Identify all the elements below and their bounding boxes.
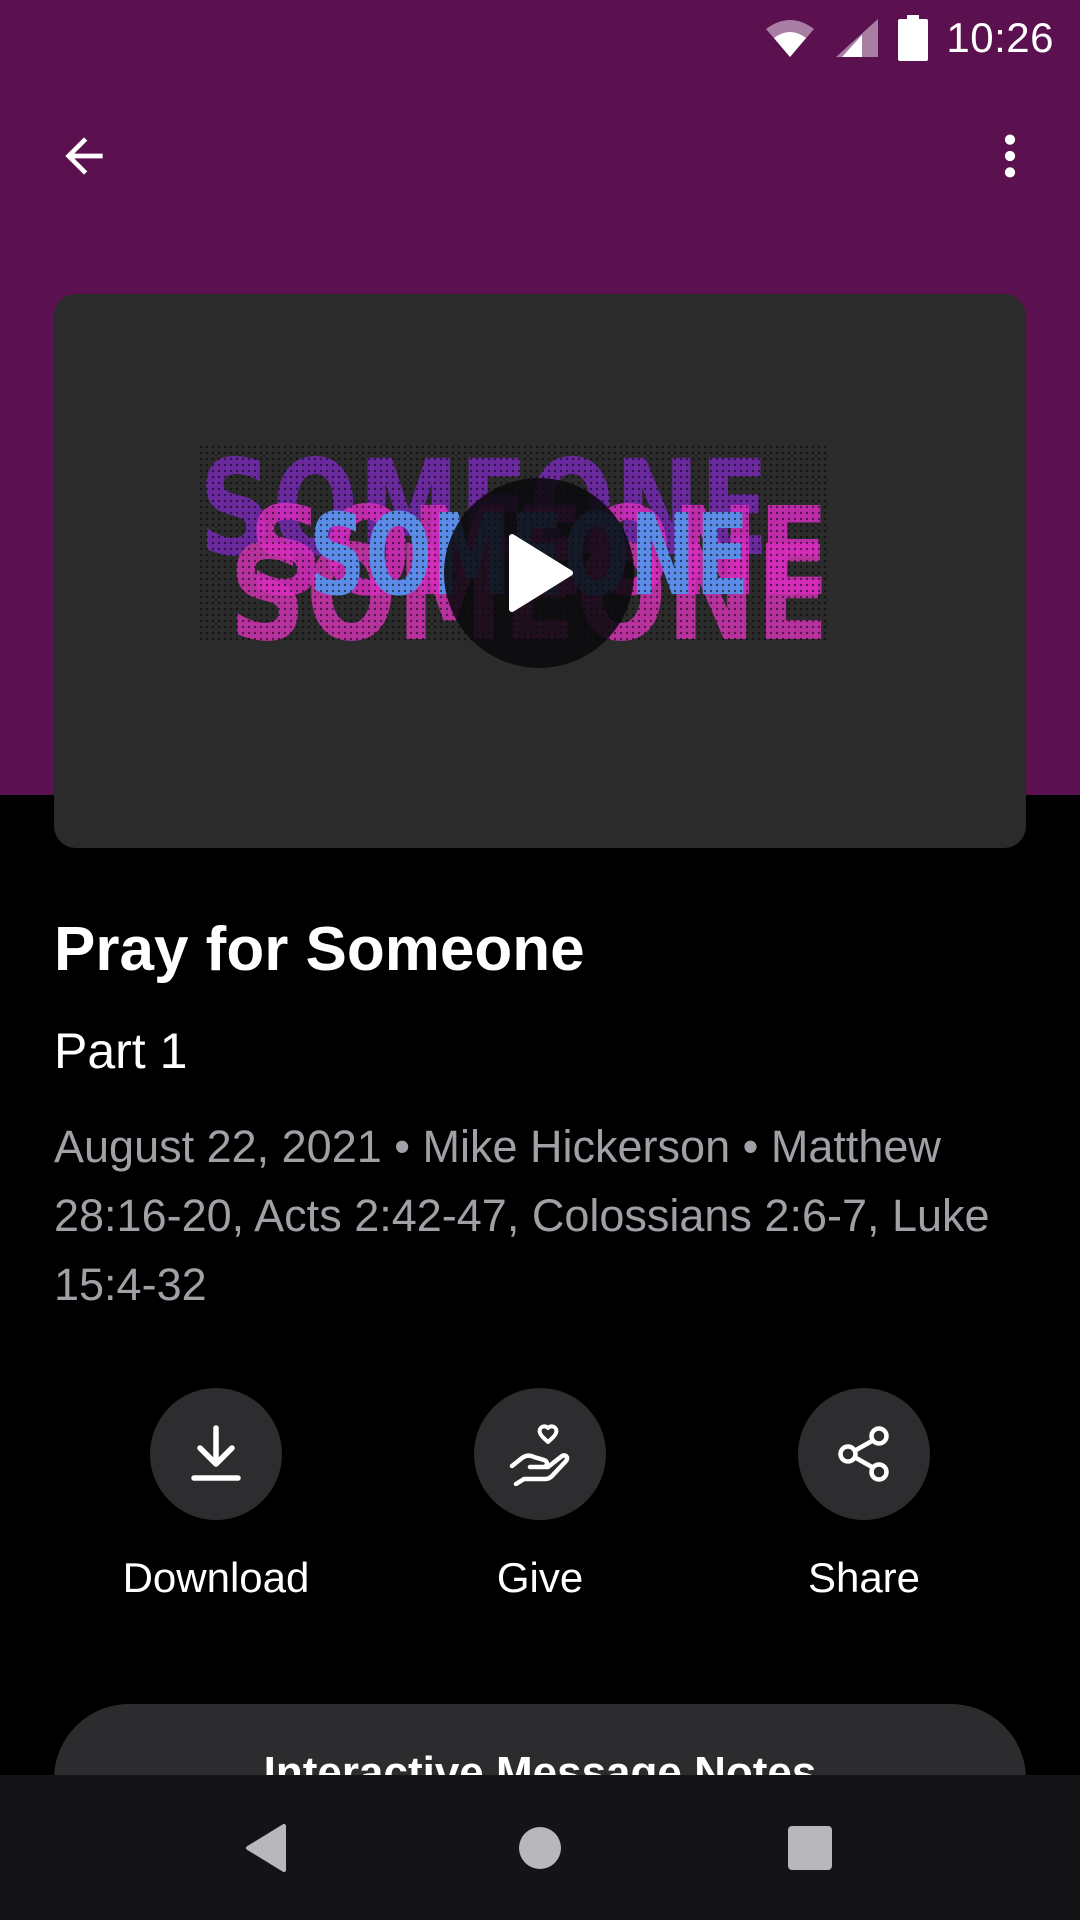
system-nav-bar (0, 1775, 1080, 1920)
more-options-button[interactable] (954, 100, 1066, 212)
download-button[interactable]: Download (86, 1388, 346, 1618)
battery-icon (898, 15, 929, 61)
status-time: 10:26 (946, 14, 1054, 61)
nav-recents-icon (788, 1825, 832, 1870)
nav-recents-button[interactable] (740, 1775, 880, 1920)
share-icon (838, 1426, 889, 1482)
media-card[interactable]: SOMEONE SOMEONE SOMEONE SOMEONE (54, 294, 1026, 848)
share-circle[interactable] (798, 1388, 930, 1520)
download-icon (191, 1425, 241, 1481)
nav-back-button[interactable] (196, 1775, 336, 1920)
play-icon (509, 534, 573, 612)
download-circle[interactable] (150, 1388, 282, 1520)
nav-home-button[interactable] (470, 1775, 610, 1920)
give-circle[interactable] (474, 1388, 606, 1520)
sermon-meta: August 22, 2021 • Mike Hickerson • Matth… (54, 1121, 990, 1310)
action-row: Download Give Share (0, 1388, 1080, 1618)
give-button[interactable]: Give (410, 1388, 670, 1618)
give-label: Give (496, 1554, 584, 1601)
share-label: Share (807, 1554, 921, 1601)
sermon-title: Pray for Someone (54, 915, 585, 984)
share-button[interactable]: Share (734, 1388, 994, 1618)
wifi-icon (764, 17, 816, 59)
play-button[interactable] (444, 478, 634, 668)
nav-back-icon (246, 1823, 286, 1872)
arrow-left-icon (65, 137, 103, 175)
sermon-subtitle: Part 1 (54, 1023, 188, 1079)
download-label: Download (122, 1554, 310, 1601)
top-app-bar (0, 100, 1080, 212)
more-vertical-icon (1004, 134, 1016, 178)
status-bar: 10:26 (0, 0, 1080, 76)
nav-home-icon (519, 1826, 561, 1869)
back-button[interactable] (28, 100, 140, 212)
sermon-detail-screen: 10:26 SOMEONE SOMEONE (0, 0, 1080, 1920)
cell-signal-icon (834, 17, 880, 59)
hand-heart-icon (509, 1424, 570, 1486)
